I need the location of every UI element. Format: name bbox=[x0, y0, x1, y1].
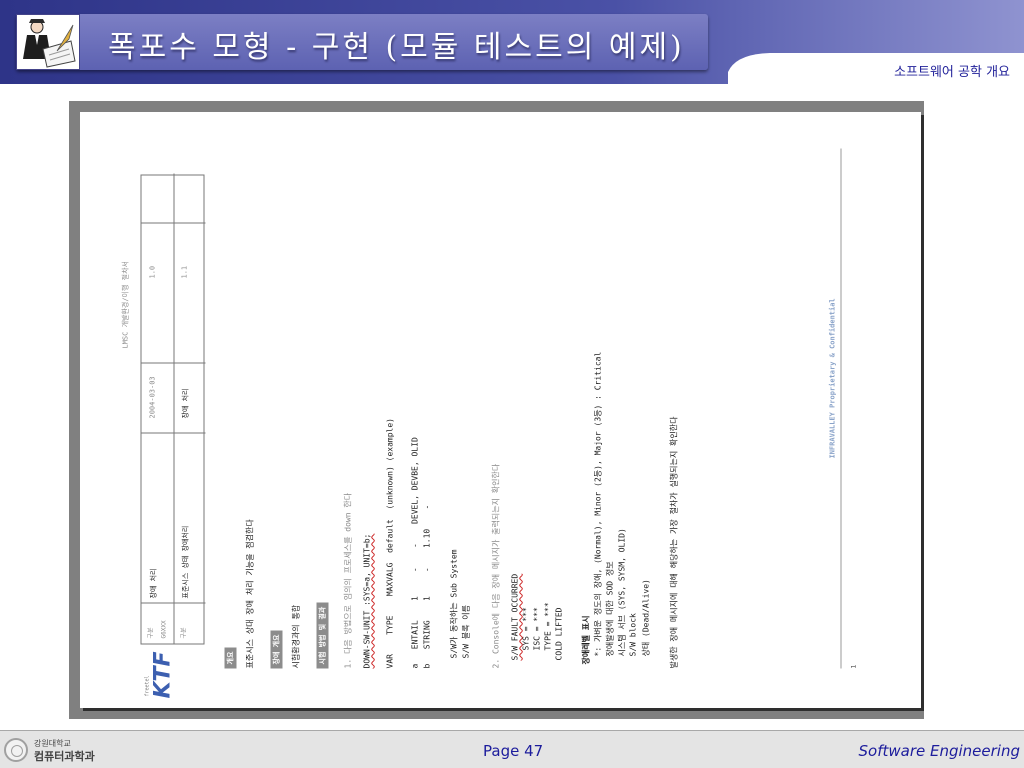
slide-footer: 강원대학교 컴퓨터과학과 Page 47 Software Engineerin… bbox=[0, 730, 1024, 768]
message-line: SYS = *** bbox=[521, 606, 530, 650]
table-cell: G6XXX bbox=[160, 619, 167, 638]
department-name: 컴퓨터과학과 bbox=[34, 750, 95, 763]
doc-code: LMSC 개발환경/이행 절차서 bbox=[121, 260, 129, 348]
slide-title: 폭포수 모형 - 구현 (모듈 테스트의 예제) bbox=[108, 30, 685, 65]
section-label: 시험 방법 및 결과 bbox=[316, 602, 328, 668]
message-line: S/W FAULT OCCURRED bbox=[510, 573, 519, 660]
table-cell: 장애 처리 bbox=[149, 568, 157, 598]
page-number: Page 47 bbox=[483, 742, 544, 760]
message-line: TYPE = *** bbox=[543, 601, 552, 650]
doc-page-number: 1 bbox=[850, 664, 857, 668]
document-sheet: LMSC 개발환경/이행 절차서 freetel KTF 구분 G6XXX 장애… bbox=[80, 112, 921, 708]
explain-text: 상태 (Dead/Alive) bbox=[641, 578, 650, 656]
brand-logo: KTF bbox=[150, 650, 175, 698]
message-line: COLD LIFTED bbox=[554, 607, 563, 660]
explain-text: 장애발생에 대한 SOD 정보 bbox=[605, 560, 614, 656]
table-cell: 구분 bbox=[180, 626, 187, 638]
table-cell: 구분 bbox=[147, 626, 154, 638]
message-line: ISC = *** bbox=[532, 606, 541, 650]
section-text: 시험환경과의 통합 bbox=[291, 604, 300, 668]
brand-small: freetel bbox=[144, 674, 150, 696]
var-table-header: VAR TYPE MAXVALG default (unknown) (exam… bbox=[385, 417, 394, 668]
final-text: 발생한 장애 메시지에 대해 해당하는 가장 절차가 실행되는지 확인한다 bbox=[669, 416, 678, 668]
section-text: 표준시스 상대 장애 처리 기능을 점검한다 bbox=[245, 518, 254, 668]
slide-header: 폭포수 모형 - 구현 (모듈 테스트의 예제) 소프트웨어 공학 개요 bbox=[0, 0, 1024, 84]
section-label: 개요 bbox=[224, 647, 236, 668]
explain-text: S/W block bbox=[628, 612, 637, 656]
doc-footer-brand: INFRAVALLEY Proprietary & Confidential bbox=[828, 297, 836, 458]
note-text: S/W 블록 이름 bbox=[461, 604, 470, 658]
note-text: S/W가 동작하는 Sub System bbox=[449, 548, 458, 658]
slide-subtitle: 소프트웨어 공학 개요 bbox=[894, 65, 1010, 80]
table-cell: 장애 처리 bbox=[181, 388, 189, 418]
command-text: DOWN-SW-UNIT :SYS=a, UNIT=b; bbox=[362, 533, 371, 668]
var-table-row: b STRING 1 - 1.10 - bbox=[422, 504, 431, 668]
table-cell: 1.1 bbox=[180, 265, 188, 278]
doc-footer-rule bbox=[840, 148, 841, 668]
table-cell: 2004-03-03 bbox=[148, 375, 156, 418]
step-text: 1. 다음 방법으로 임의의 프로세스를 down 한다 bbox=[343, 492, 352, 668]
university-seal-icon bbox=[4, 738, 28, 762]
table-cell: 표준시스 상태 장애처리 bbox=[181, 525, 189, 598]
step-text: 2. Console에 다음 장애 메시지가 출력되는지 확인한다 bbox=[491, 463, 500, 668]
explain-text: *: 가벼운 정도의 장애, (Normal), Minor (2등), Maj… bbox=[593, 351, 602, 656]
document-image-frame: LMSC 개발환경/이행 절차서 freetel KTF 구분 G6XXX 장애… bbox=[69, 101, 924, 719]
table-cell: 1.0 bbox=[148, 265, 156, 278]
rotated-document: LMSC 개발환경/이행 절차서 freetel KTF 구분 G6XXX 장애… bbox=[80, 112, 921, 708]
course-name: Software Engineering bbox=[858, 742, 1020, 760]
var-table-row: a ENTAIL 1 - - DEVEL, DEVBE, OLID bbox=[410, 436, 419, 668]
explain-text: 시스템 서브 (SYS, SYSM, OLID) bbox=[617, 527, 626, 656]
section-label: 장애 개요 bbox=[270, 630, 282, 668]
explain-head: 장애레벨 표시 bbox=[581, 615, 590, 664]
writer-with-quill-icon bbox=[16, 14, 80, 70]
